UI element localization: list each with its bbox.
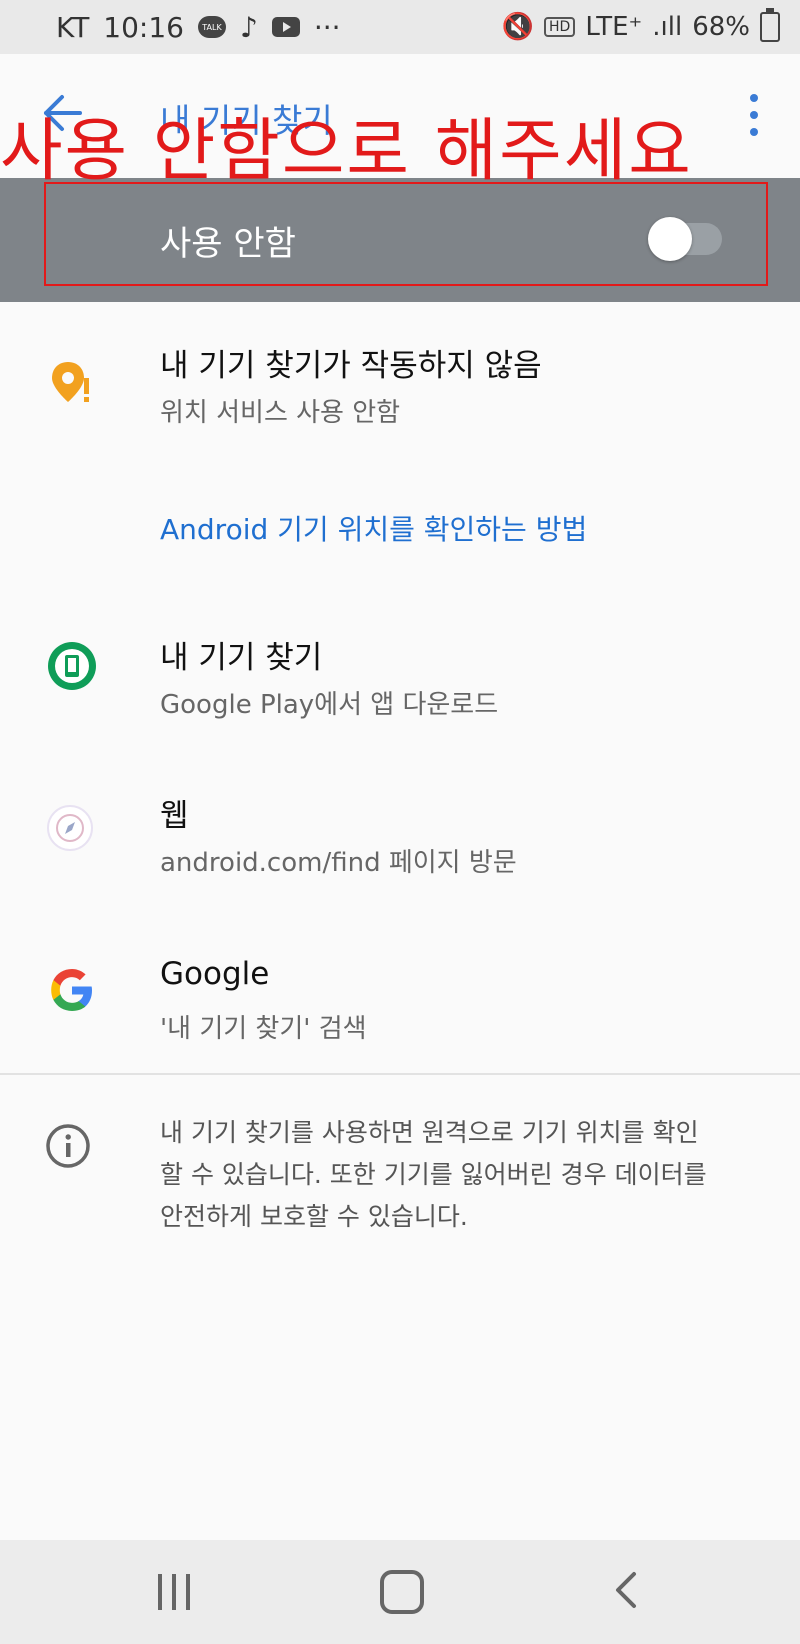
kakaotalk-icon: TALK bbox=[198, 16, 226, 38]
item-subtitle: 위치 서비스 사용 안함 bbox=[160, 398, 401, 428]
status-left: KT 10:16 TALK ♪ ··· bbox=[56, 11, 341, 44]
list-item-web[interactable]: 웹 android.com/find 페이지 방문 bbox=[0, 788, 800, 898]
item-title: 웹 bbox=[160, 798, 189, 834]
home-icon[interactable] bbox=[380, 1570, 424, 1614]
list-item-status[interactable]: 내 기기 찾기가 작동하지 않음 위치 서비스 사용 안함 bbox=[0, 330, 800, 440]
nav-back-icon[interactable] bbox=[610, 1570, 640, 1610]
location-warning-icon bbox=[52, 362, 89, 402]
find-my-device-icon bbox=[48, 642, 96, 690]
section-divider bbox=[0, 1073, 800, 1075]
lte-icon: LTE⁺ bbox=[585, 12, 643, 42]
hd-voice-icon: HD bbox=[544, 17, 576, 37]
battery-percent: 68% bbox=[692, 12, 750, 42]
info-icon bbox=[46, 1124, 90, 1168]
item-subtitle: Google Play에서 앱 다운로드 bbox=[160, 690, 499, 720]
navigation-bar bbox=[0, 1540, 800, 1644]
annotation-highlight-box bbox=[44, 182, 768, 286]
status-bar: KT 10:16 TALK ♪ ··· 🔇 HD LTE⁺ .ıll 68% bbox=[0, 0, 800, 54]
youtube-icon bbox=[271, 17, 300, 37]
recent-apps-icon[interactable] bbox=[158, 1574, 190, 1610]
clock: 10:16 bbox=[103, 10, 184, 44]
compass-icon bbox=[47, 805, 93, 851]
info-description: 내 기기 찾기를 사용하면 원격으로 기기 위치를 확인할 수 있습니다. 또한… bbox=[160, 1118, 707, 1231]
item-title: 내 기기 찾기가 작동하지 않음 bbox=[160, 348, 542, 384]
battery-icon bbox=[760, 8, 780, 42]
item-subtitle: '내 기기 찾기' 검색 bbox=[160, 1014, 367, 1044]
item-subtitle: android.com/find 페이지 방문 bbox=[160, 848, 517, 878]
list-item-google[interactable]: Google '내 기기 찾기' 검색 bbox=[0, 950, 800, 1060]
item-title: Google bbox=[160, 956, 270, 992]
more-notifications-icon: ··· bbox=[313, 10, 341, 44]
annotation-text: 사용 안함으로 해주세요 bbox=[0, 112, 693, 191]
mute-icon: 🔇 bbox=[501, 12, 534, 42]
list-item-app[interactable]: 내 기기 찾기 Google Play에서 앱 다운로드 bbox=[0, 626, 800, 736]
item-title: 내 기기 찾기 bbox=[160, 640, 323, 676]
tiktok-icon: ♪ bbox=[240, 10, 258, 44]
carrier-label: KT bbox=[56, 10, 90, 44]
how-to-locate-link[interactable]: Android 기기 위치를 확인하는 방법 bbox=[160, 508, 587, 548]
google-icon bbox=[51, 969, 92, 1011]
signal-icon: .ıll bbox=[652, 12, 683, 42]
status-right: 🔇 HD LTE⁺ .ıll 68% bbox=[501, 8, 780, 42]
